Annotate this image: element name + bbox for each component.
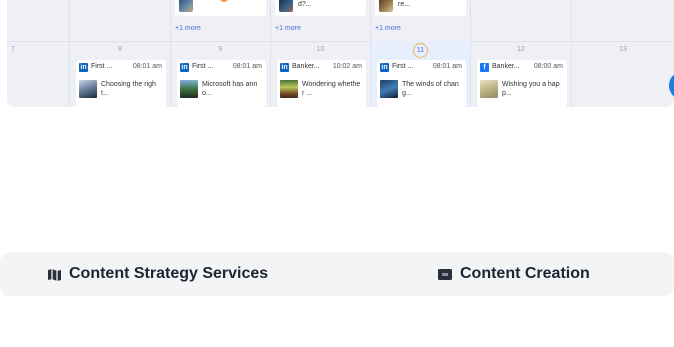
account-name: Banker... (492, 63, 520, 70)
day-cell[interactable] (7, 0, 69, 41)
post-thumbnail (380, 80, 398, 98)
facebook-icon: f (480, 63, 489, 72)
more-link[interactable]: +1 more (275, 25, 301, 32)
post-card[interactable]: in First ... 08:01 am The winds of chan … (377, 60, 466, 107)
day-cell[interactable]: re... +1 more (371, 0, 470, 41)
more-link[interactable]: +1 more (375, 25, 401, 32)
account-name: First ... (192, 63, 214, 70)
day-cell-13[interactable]: 13 (572, 41, 674, 107)
day-number: 8 (118, 46, 122, 53)
day-number: 7 (11, 46, 15, 53)
day-cell[interactable]: d?... +1 more (271, 0, 370, 41)
post-time: 08:01 am (132, 63, 162, 70)
service-content-creation[interactable]: Content Creation (438, 265, 618, 285)
ai-chip-icon (438, 269, 452, 280)
day-cell[interactable]: +1 more (171, 0, 270, 41)
linkedin-icon: in (280, 63, 289, 72)
post-caption: Microsoft has ann o... (202, 81, 258, 97)
linkedin-icon: in (380, 63, 389, 72)
account-name: First ... (91, 63, 113, 70)
post-caption: Choosing the righ t... (101, 81, 156, 97)
map-icon (48, 269, 61, 281)
account-name: First ... (392, 63, 414, 70)
post-card[interactable]: in First ... 08:01 am Microsoft has ann … (177, 60, 266, 107)
day-cell[interactable] (70, 0, 170, 41)
post-card[interactable]: re... (375, 0, 466, 16)
day-cell[interactable] (471, 0, 571, 41)
account-name: Banker... (292, 63, 320, 70)
service-content-strategy[interactable]: Content Strategy Services (47, 265, 307, 285)
post-card[interactable]: d?... (275, 0, 366, 16)
day-cell-7[interactable]: 7 (7, 41, 69, 107)
linkedin-icon: in (79, 63, 88, 72)
post-time: 10:02 am (332, 63, 362, 70)
services-bar: Content Strategy Services Content Creati… (0, 252, 674, 296)
day-number: 12 (517, 46, 525, 53)
post-card[interactable]: in First ... 08:01 am Choosing the righ … (76, 60, 166, 107)
post-card[interactable] (175, 0, 266, 16)
post-thumbnail (280, 80, 298, 98)
post-caption: Wishing you a hap p... (502, 81, 560, 97)
post-thumbnail (480, 80, 498, 98)
day-number: 9 (218, 46, 223, 53)
post-caption: The winds of chan g... (402, 81, 459, 97)
post-card[interactable]: in Banker... 10:02 am Wondering whethe r… (277, 60, 366, 107)
content-calendar: +1 more d?... +1 more re... +1 more 7 8 … (7, 0, 674, 107)
calendar-week-previous: +1 more d?... +1 more re... +1 more (7, 0, 674, 41)
post-time: 08:01 am (432, 63, 462, 70)
post-caption: Wondering whethe r ... (302, 81, 361, 97)
post-card[interactable]: f Banker... 08:00 am Wishing you a hap p… (477, 60, 567, 107)
post-thumbnail (79, 80, 97, 98)
post-thumbnail (179, 0, 193, 12)
service-label: Content Creation (460, 265, 590, 282)
calendar-week-current: 7 8 in First ... 08:01 am Choosing the r… (7, 41, 674, 107)
day-cell-10[interactable]: 10 in Banker... 10:02 am Wondering wheth… (271, 41, 370, 107)
post-caption: d?... (298, 1, 312, 8)
status-dot (220, 0, 228, 2)
day-cell-11-today[interactable]: 11 in First ... 08:01 am The winds of ch… (371, 41, 470, 107)
post-caption: re... (398, 1, 411, 8)
day-number: 10 (316, 46, 325, 53)
day-cell-9[interactable]: 9 in First ... 08:01 am Microsoft has an… (171, 41, 270, 107)
post-thumbnail (279, 0, 293, 12)
post-time: 08:00 am (533, 63, 563, 70)
day-cell-8[interactable]: 8 in First ... 08:01 am Choosing the rig… (70, 41, 170, 107)
day-number: 11 (371, 43, 470, 58)
linkedin-icon: in (180, 63, 189, 72)
post-time: 08:01 am (232, 63, 262, 70)
more-link[interactable]: +1 more (175, 25, 201, 32)
day-cell-12[interactable]: 12 f Banker... 08:00 am Wishing you a ha… (471, 41, 571, 107)
day-number: 13 (619, 46, 627, 53)
post-thumbnail (379, 0, 393, 12)
today-indicator: 11 (413, 43, 428, 58)
service-label: Content Strategy Services (69, 265, 269, 282)
post-thumbnail (180, 80, 198, 98)
